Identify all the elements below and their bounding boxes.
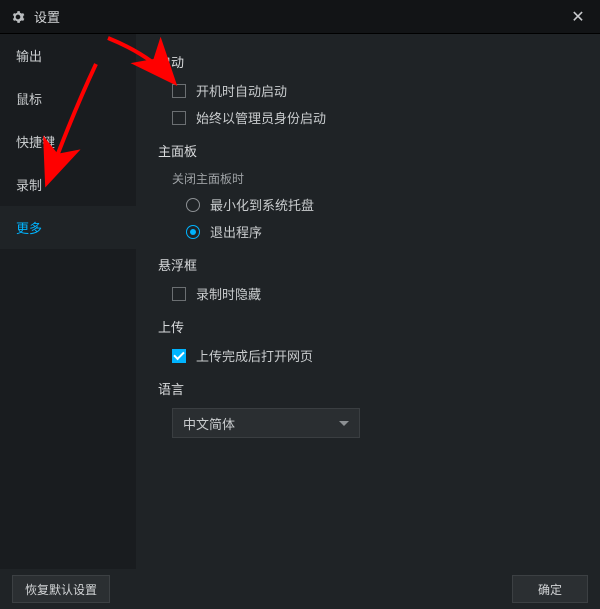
sidebar: 输出 鼠标 快捷键 录制 更多 [0,34,136,569]
sidebar-item-label: 录制 [16,178,42,193]
sidebar-item-label: 鼠标 [16,92,42,107]
sidebar-item-label: 快捷键 [16,135,55,150]
sidebar-item-label: 更多 [16,221,42,236]
ok-label: 确定 [538,581,562,598]
label-admin: 始终以管理员身份启动 [196,108,326,127]
checkbox-autostart[interactable] [172,84,186,98]
language-select[interactable]: 中文简体 [172,408,360,438]
label-autostart: 开机时自动启动 [196,81,287,100]
sidebar-item-label: 输出 [16,49,42,64]
row-exit: 退出程序 [186,222,578,241]
gear-icon [10,9,26,25]
radio-minimize[interactable] [186,198,200,212]
close-icon[interactable]: ✕ [566,7,590,27]
restore-defaults-button[interactable]: 恢复默认设置 [12,575,110,603]
checkbox-open-web[interactable] [172,349,186,363]
sidebar-item-more[interactable]: 更多 [0,206,136,249]
row-hide-on-record: 录制时隐藏 [172,284,578,303]
row-minimize: 最小化到系统托盘 [186,195,578,214]
row-autostart: 开机时自动启动 [172,81,578,100]
sidebar-item-record[interactable]: 录制 [0,163,136,206]
subtitle-close-behavior: 关闭主面板时 [172,170,578,187]
radio-exit[interactable] [186,225,200,239]
checkbox-admin[interactable] [172,111,186,125]
section-title-mainpanel: 主面板 [158,141,578,160]
label-minimize: 最小化到系统托盘 [210,195,314,214]
sidebar-item-hotkey[interactable]: 快捷键 [0,120,136,163]
titlebar: 设置 ✕ [0,0,600,34]
checkbox-hide-on-record[interactable] [172,287,186,301]
ok-button[interactable]: 确定 [512,575,588,603]
content-panel: 启动 开机时自动启动 始终以管理员身份启动 主面板 关闭主面板时 最小化到系统托… [136,34,600,569]
sidebar-item-output[interactable]: 输出 [0,34,136,77]
row-open-web: 上传完成后打开网页 [172,346,578,365]
language-selected: 中文简体 [183,414,235,433]
restore-label: 恢复默认设置 [25,581,97,598]
label-open-web: 上传完成后打开网页 [196,346,313,365]
row-admin: 始终以管理员身份启动 [172,108,578,127]
sidebar-item-mouse[interactable]: 鼠标 [0,77,136,120]
section-title-upload: 上传 [158,317,578,336]
label-exit: 退出程序 [210,222,262,241]
section-title-floatbox: 悬浮框 [158,255,578,274]
chevron-down-icon [339,421,349,426]
window-title: 设置 [34,7,566,26]
label-hide-on-record: 录制时隐藏 [196,284,261,303]
section-title-language: 语言 [158,379,578,398]
footer: 恢复默认设置 确定 [0,569,600,609]
section-title-startup: 启动 [158,52,578,71]
